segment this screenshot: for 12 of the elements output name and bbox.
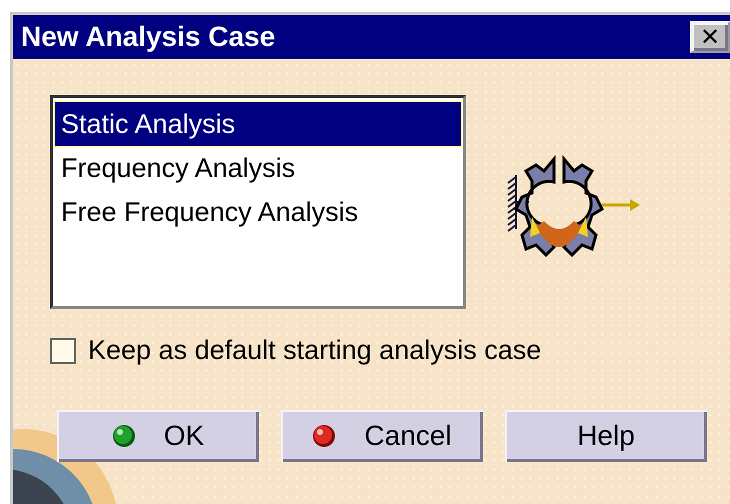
ball-icon: [112, 424, 136, 448]
cancel-button[interactable]: Cancel: [281, 410, 483, 462]
checkbox-label: Keep as default starting analysis case: [88, 335, 542, 366]
list-item[interactable]: Frequency Analysis: [55, 146, 302, 190]
window-title: New Analysis Case: [21, 21, 276, 53]
checkbox[interactable]: [50, 338, 76, 364]
list-item[interactable]: Free Frequency Analysis: [55, 190, 364, 234]
list-item[interactable]: Static Analysis: [55, 102, 461, 146]
close-button[interactable]: ✕: [690, 21, 730, 53]
help-button[interactable]: Help: [505, 410, 707, 462]
ball-icon: [312, 424, 336, 448]
ok-button[interactable]: OK: [57, 410, 259, 462]
